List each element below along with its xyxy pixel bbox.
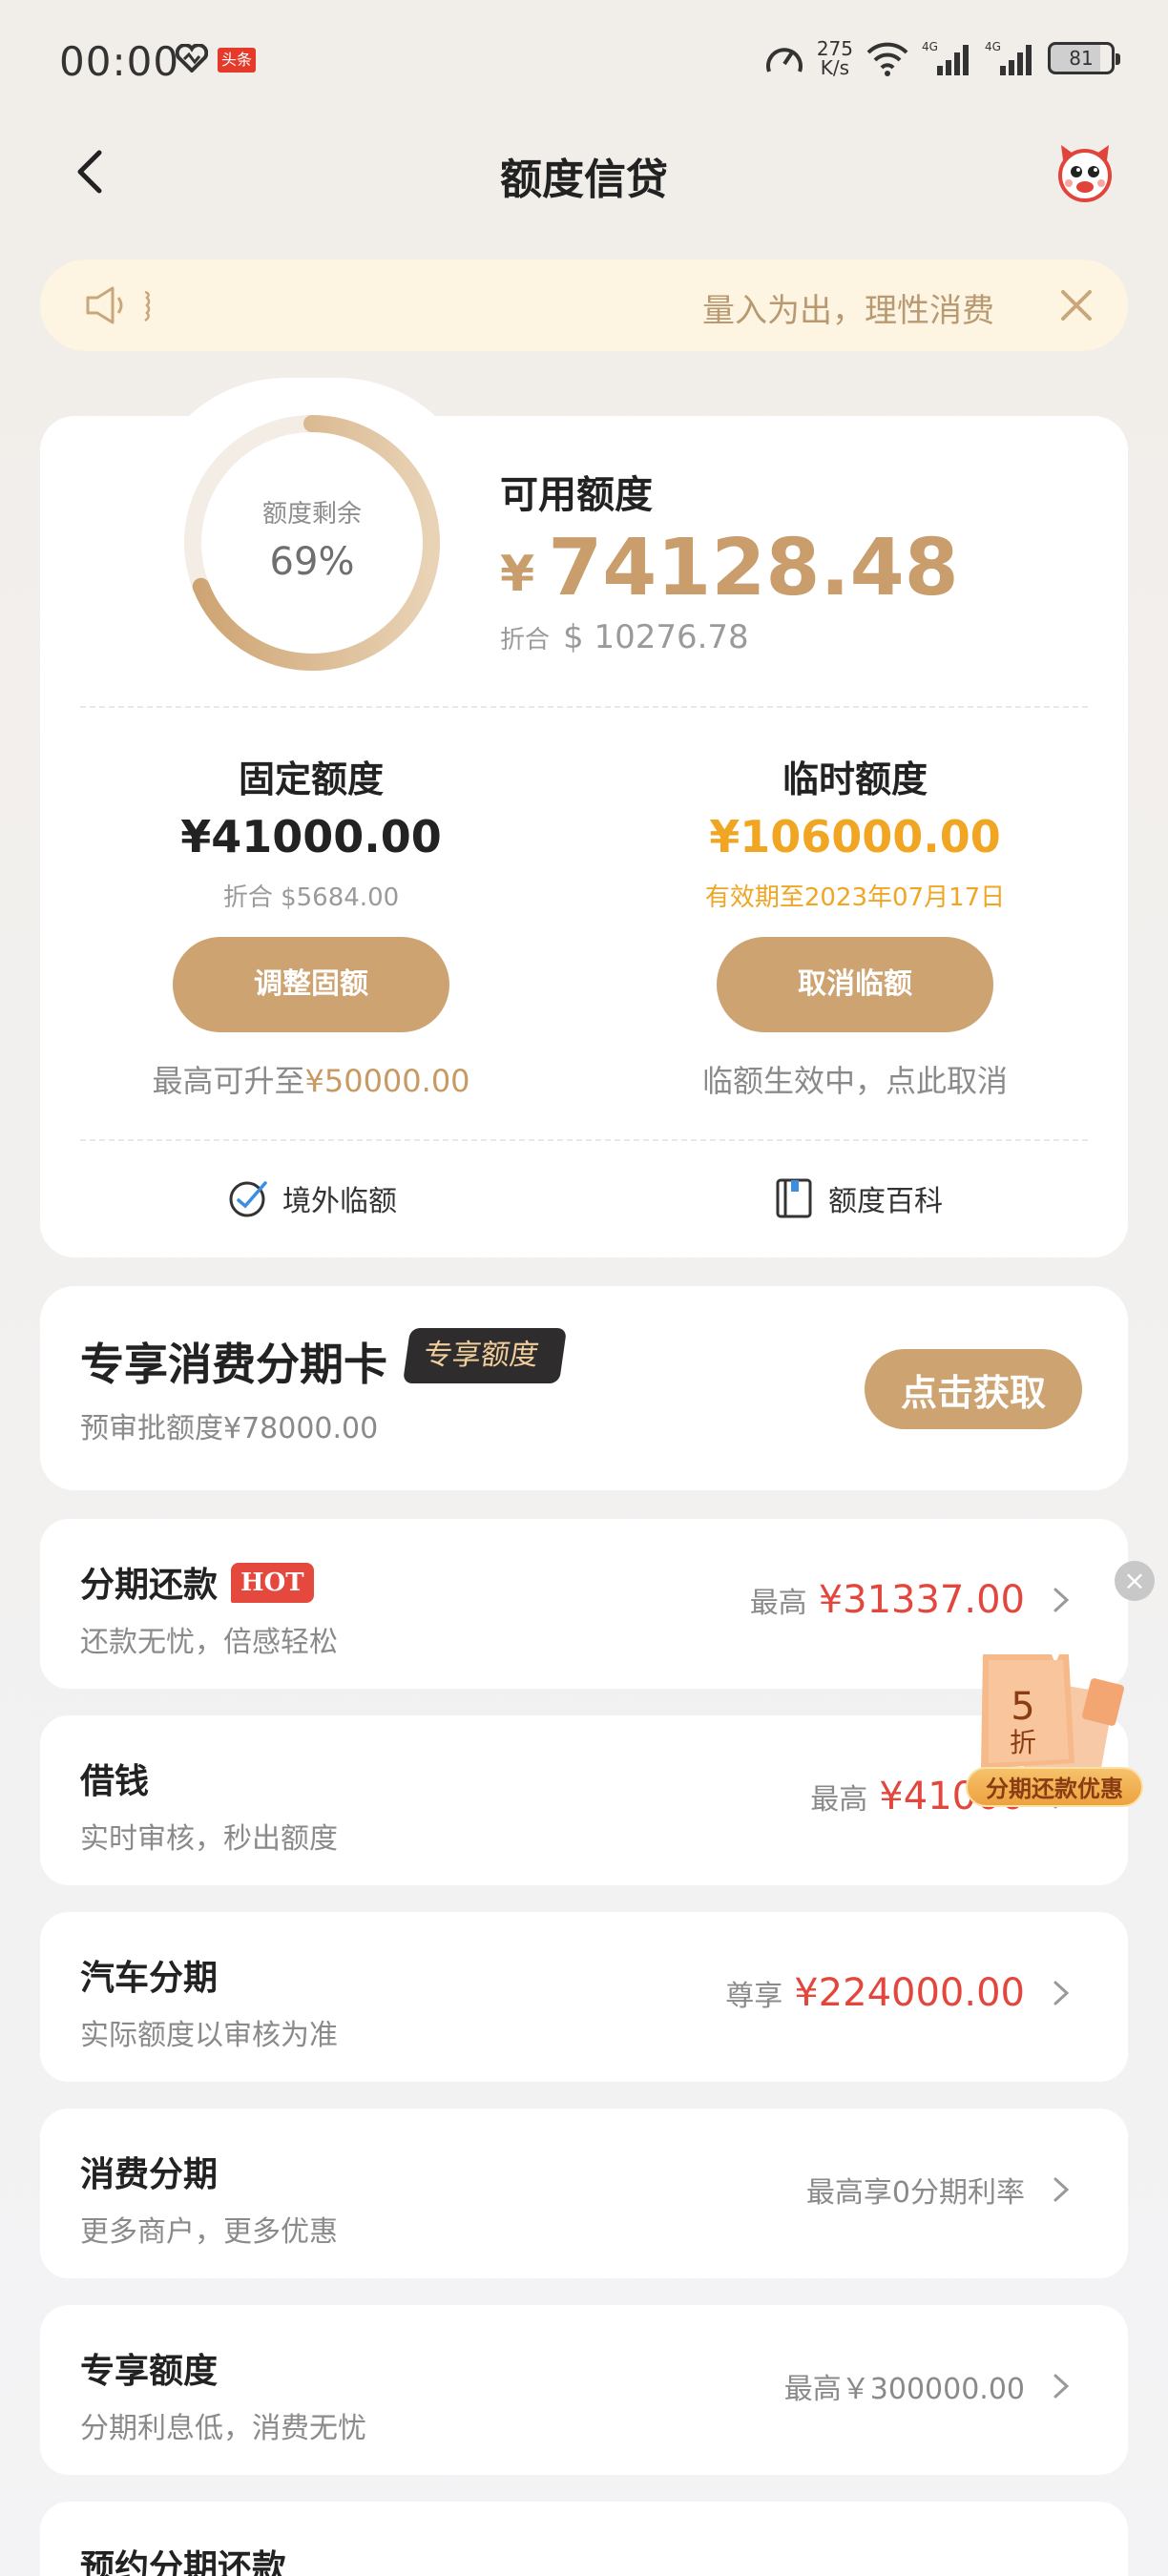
list-item-scheduled-repayment[interactable]: 预约分期还款 <box>40 2502 1128 2576</box>
wifi-icon <box>866 42 908 76</box>
adjust-fixed-button[interactable]: 调整固额 <box>173 937 449 1032</box>
row-subtitle: 更多商户，更多优惠 <box>80 2215 338 2249</box>
notice-text: 量入为出，理性消费 <box>702 292 994 330</box>
svg-text:4G: 4G <box>985 40 1001 53</box>
chevron-right-icon <box>1053 1588 1070 1612</box>
list-item-exclusive-credit[interactable]: 专享额度 分期利息低，消费无忧 最高￥300000.00 <box>40 2305 1128 2475</box>
svg-text:4G: 4G <box>922 40 938 53</box>
battery-icon: 81 <box>1048 42 1120 74</box>
temporary-credit-section: 临时额度 ¥106000.00 有效期至2023年07月17日 取消临额 临额生… <box>616 750 1094 1101</box>
promo-subtitle: 预审批额度¥78000.00 <box>80 1412 379 1445</box>
divider <box>80 706 1088 708</box>
status-bar: 00:00 头条 275 K/s 4G 4G 81 <box>0 0 1168 114</box>
svg-text:折: 折 <box>1010 1727 1036 1758</box>
status-time: 00:00 <box>59 38 180 85</box>
notice-bar: 量入为出，理性消费 <box>40 260 1128 351</box>
available-credit-label: 可用额度 <box>500 473 653 517</box>
row-value: 尊享 ¥224000.00 <box>725 1960 1074 2026</box>
row-subtitle: 还款无忧，倍感轻松 <box>80 1626 338 1659</box>
svg-text:5: 5 <box>1011 1685 1034 1729</box>
fixed-credit-amount: ¥41000.00 <box>180 811 442 862</box>
row-subtitle: 实时审核，秒出额度 <box>80 1822 338 1856</box>
ring-label: 额度剩余 <box>261 500 362 529</box>
row-title: 借钱 <box>80 1762 150 1801</box>
row-title: 消费分期 <box>80 2155 219 2194</box>
ring-percentage: 69% <box>269 540 355 584</box>
temporary-credit-amount: ¥106000.00 <box>709 811 1001 862</box>
signal-icon-2: 4G <box>985 40 1032 75</box>
network-speed: 275 K/s <box>816 37 853 79</box>
chevron-right-icon <box>1053 1981 1070 2005</box>
coupon-float-label[interactable]: 分期还款优惠 <box>966 1767 1143 1807</box>
row-value: 最高￥300000.00 <box>784 2353 1074 2420</box>
list-item-consumer-installment[interactable]: 消费分期 更多商户，更多优惠 最高享0分期利率 <box>40 2109 1128 2278</box>
book-icon <box>776 1178 812 1218</box>
chevron-right-icon <box>1053 2374 1070 2399</box>
cancel-temporary-button[interactable]: 取消临额 <box>717 937 993 1032</box>
row-title: 汽车分期 <box>80 1959 219 1998</box>
speaker-icon <box>86 286 151 324</box>
speedometer-icon <box>765 48 803 73</box>
fixed-credit-note: 最高可升至¥50000.00 <box>152 1063 470 1099</box>
row-subtitle: 实际额度以审核为准 <box>80 2019 338 2052</box>
temporary-credit-note[interactable]: 临额生效中，点此取消 <box>616 1057 1094 1101</box>
temporary-credit-title: 临时额度 <box>782 758 928 800</box>
chevron-right-icon <box>1053 2177 1070 2202</box>
fixed-credit-section: 固定额度 ¥41000.00 折合 $5684.00 调整固额 最高可升至¥50… <box>73 750 550 1101</box>
overseas-limit-link[interactable]: 境外临额 <box>227 1177 397 1219</box>
available-converted: 折合 $ 10276.78 <box>500 618 749 656</box>
close-icon[interactable] <box>1053 282 1099 328</box>
status-indicators: 275 K/s 4G 4G 81 <box>763 34 1120 82</box>
row-title: 预约分期还款 <box>80 2548 287 2576</box>
get-card-button[interactable]: 点击获取 <box>865 1349 1082 1429</box>
overseas-limit-icon <box>229 1181 267 1217</box>
hot-badge: HOT <box>231 1563 314 1603</box>
row-value: 最高享0分期利率 <box>806 2156 1074 2223</box>
mascot-icon[interactable] <box>1052 139 1118 206</box>
list-item-car-installment[interactable]: 汽车分期 实际额度以审核为准 尊享 ¥224000.00 <box>40 1912 1128 2082</box>
divider <box>80 1139 1088 1141</box>
signal-icon-1: 4G <box>922 40 969 75</box>
float-close-button[interactable]: × <box>1115 1561 1155 1601</box>
health-app-icon <box>176 44 208 73</box>
fixed-credit-title: 固定额度 <box>238 758 384 800</box>
row-title: 分期还款 HOT <box>80 1557 314 1607</box>
promo-title: 专享消费分期卡 <box>80 1339 387 1390</box>
page-title: 额度信贷 <box>500 156 668 204</box>
credit-wiki-link[interactable]: 额度百科 <box>773 1177 943 1219</box>
row-value: 最高 ¥31337.00 <box>750 1567 1074 1633</box>
fixed-credit-converted: 折合 $5684.00 <box>222 883 400 912</box>
installment-card-promo: 专享消费分期卡 专享额度 预审批额度¥78000.00 点击获取 <box>40 1286 1128 1490</box>
available-credit-amount: ¥74128.48 <box>500 523 959 613</box>
navigation-bar: 额度信贷 <box>0 124 1168 219</box>
news-app-icon: 头条 <box>218 48 256 73</box>
row-title: 专享额度 <box>80 2352 219 2391</box>
promo-badge: 专享额度 <box>402 1328 568 1383</box>
temporary-credit-validity: 有效期至2023年07月17日 <box>704 883 1006 912</box>
row-subtitle: 分期利息低，消费无忧 <box>80 2412 366 2445</box>
